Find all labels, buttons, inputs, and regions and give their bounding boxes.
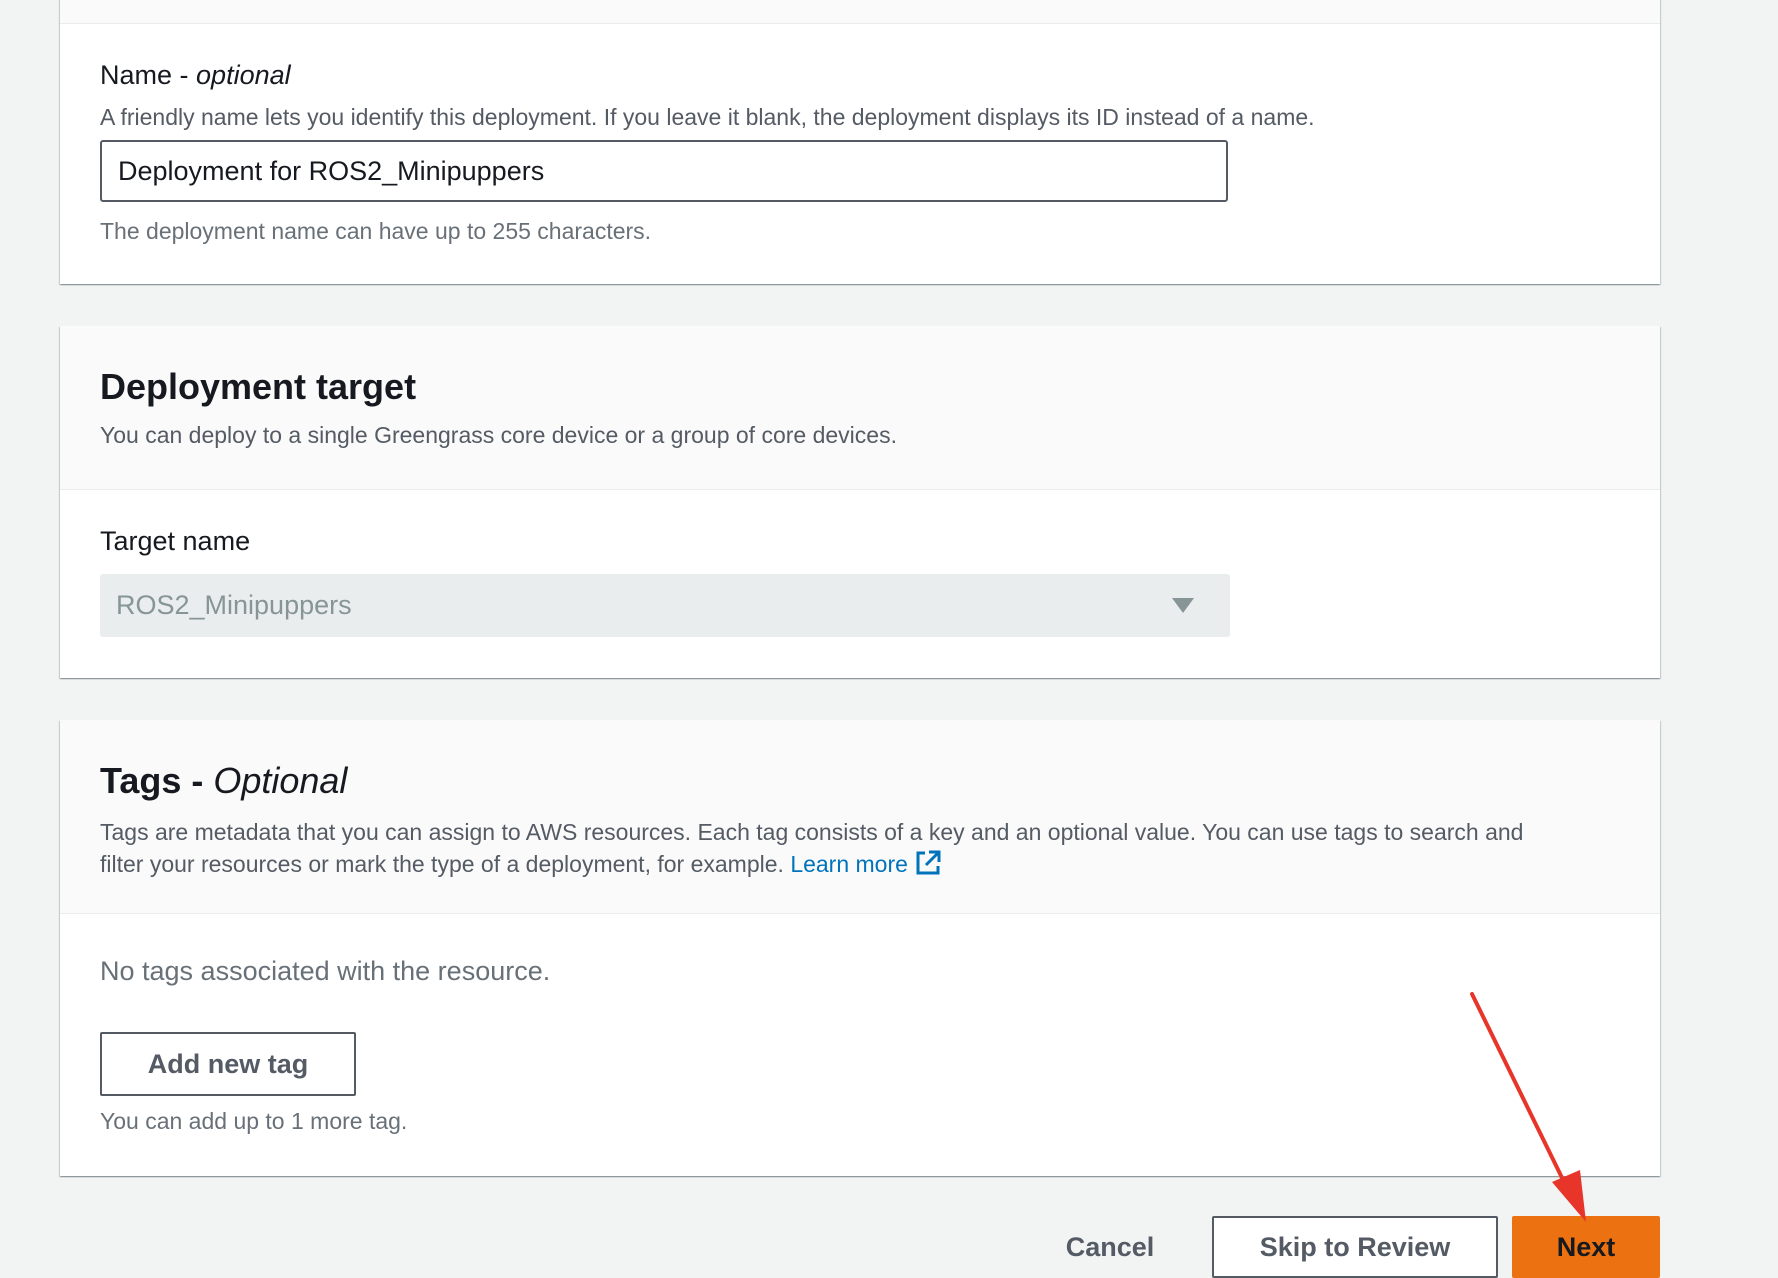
external-link-icon xyxy=(914,849,942,885)
learn-more-link[interactable]: Learn more xyxy=(790,850,942,877)
cancel-button[interactable]: Cancel xyxy=(1040,1216,1180,1278)
tags-title-optional: Optional xyxy=(213,760,348,801)
name-label-main: Name - xyxy=(100,60,197,90)
deployment-target-description: You can deploy to a single Greengrass co… xyxy=(100,422,897,448)
name-label: Name - optional xyxy=(100,60,291,91)
learn-more-text: Learn more xyxy=(790,851,908,877)
tags-header: Tags - Optional Tags are metadata that y… xyxy=(60,720,1660,914)
add-new-tag-button[interactable]: Add new tag xyxy=(100,1032,356,1096)
tags-title-main: Tags - xyxy=(100,760,214,801)
target-name-value: ROS2_Minipuppers xyxy=(116,590,352,620)
deployment-target-title: Deployment target xyxy=(100,366,417,407)
caret-down-icon xyxy=(1172,598,1194,613)
tags-limit-text: You can add up to 1 more tag. xyxy=(100,1108,408,1134)
tags-panel: Tags - Optional Tags are metadata that y… xyxy=(60,720,1660,1176)
deployment-target-panel: Deployment target You can deploy to a si… xyxy=(60,326,1660,678)
tags-description-line2: filter your resources or mark the type o… xyxy=(100,851,784,877)
deployment-name-input[interactable] xyxy=(100,140,1228,202)
name-panel: Name - optional A friendly name lets you… xyxy=(60,0,1660,284)
next-button[interactable]: Next xyxy=(1512,1216,1660,1278)
panel-top-strip xyxy=(60,0,1660,24)
target-name-label: Target name xyxy=(100,526,251,556)
tags-description-line1: Tags are metadata that you can assign to… xyxy=(100,819,1524,845)
tags-description: Tags are metadata that you can assign to… xyxy=(100,816,1620,885)
tags-title: Tags - Optional xyxy=(100,720,1620,802)
skip-to-review-button[interactable]: Skip to Review xyxy=(1212,1216,1498,1278)
name-description: A friendly name lets you identify this d… xyxy=(100,104,1315,130)
name-constraint: The deployment name can have up to 255 c… xyxy=(100,218,652,244)
target-name-select: ROS2_Minipuppers xyxy=(100,574,1230,637)
name-label-optional: optional xyxy=(196,60,291,90)
deployment-target-header: Deployment target You can deploy to a si… xyxy=(60,326,1660,490)
no-tags-text: No tags associated with the resource. xyxy=(100,956,551,986)
